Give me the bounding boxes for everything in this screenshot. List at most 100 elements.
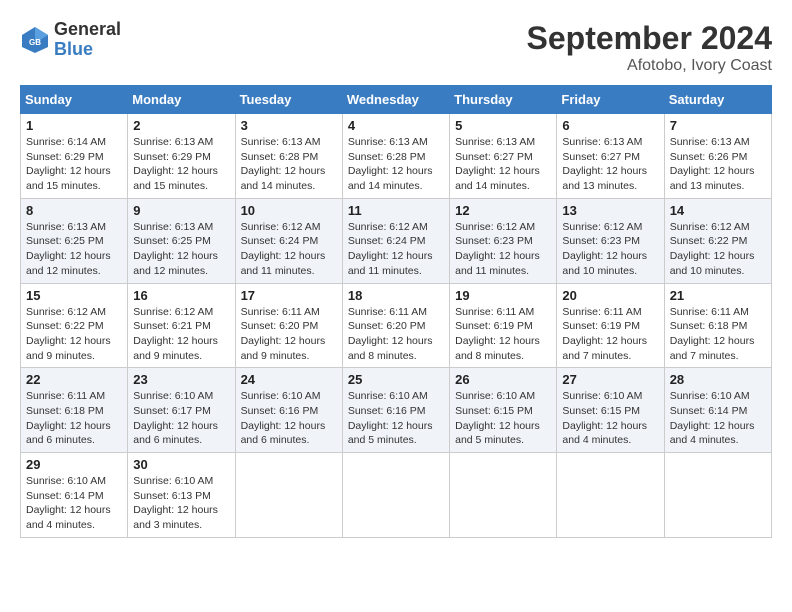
day-info: Sunrise: 6:12 AM Sunset: 6:21 PM Dayligh… (133, 305, 229, 364)
calendar-day-cell: 24Sunrise: 6:10 AM Sunset: 6:16 PM Dayli… (235, 368, 342, 453)
page-header: GB General Blue September 2024 Afotobo, … (20, 20, 772, 75)
calendar-day-cell: 8 Sunrise: 6:13 AM Sunset: 6:25 PM Daylig… (21, 198, 128, 283)
weekday-header-thursday: Thursday (450, 86, 557, 114)
calendar-day-cell: 9 Sunrise: 6:13 AM Sunset: 6:25 PM Daylig… (128, 198, 235, 283)
calendar-day-cell: 1 Sunrise: 6:14 AM Sunset: 6:29 PM Daylig… (21, 114, 128, 199)
day-info: Sunrise: 6:10 AM Sunset: 6:15 PM Dayligh… (455, 389, 551, 448)
day-number: 20 (562, 288, 658, 303)
day-number: 17 (241, 288, 337, 303)
day-number: 19 (455, 288, 551, 303)
day-info: Sunrise: 6:14 AM Sunset: 6:29 PM Dayligh… (26, 135, 122, 194)
day-info: Sunrise: 6:12 AM Sunset: 6:22 PM Dayligh… (670, 220, 766, 279)
calendar-day-cell: 12Sunrise: 6:12 AM Sunset: 6:23 PM Dayli… (450, 198, 557, 283)
day-number: 28 (670, 372, 766, 387)
calendar-day-cell: 16Sunrise: 6:12 AM Sunset: 6:21 PM Dayli… (128, 283, 235, 368)
day-info: Sunrise: 6:10 AM Sunset: 6:16 PM Dayligh… (348, 389, 444, 448)
weekday-header-saturday: Saturday (664, 86, 771, 114)
day-info: Sunrise: 6:12 AM Sunset: 6:24 PM Dayligh… (241, 220, 337, 279)
day-info: Sunrise: 6:12 AM Sunset: 6:24 PM Dayligh… (348, 220, 444, 279)
title-block: September 2024 Afotobo, Ivory Coast (527, 20, 772, 75)
calendar-day-cell (342, 453, 449, 538)
calendar-day-cell: 27 Sunrise: 6:10 AM Sunset: 6:15 PM Dayli… (557, 368, 664, 453)
logo-line1: General (54, 20, 121, 40)
calendar-day-cell: 7 Sunrise: 6:13 AM Sunset: 6:26 PM Daylig… (664, 114, 771, 199)
day-info: Sunrise: 6:13 AM Sunset: 6:28 PM Dayligh… (348, 135, 444, 194)
calendar-day-cell: 3 Sunrise: 6:13 AM Sunset: 6:28 PM Daylig… (235, 114, 342, 199)
calendar-day-cell (235, 453, 342, 538)
calendar-week-row: 22 Sunrise: 6:11 AM Sunset: 6:18 PM Dayli… (21, 368, 772, 453)
calendar-day-cell: 30 Sunrise: 6:10 AM Sunset: 6:13 PM Dayli… (128, 453, 235, 538)
logo: GB General Blue (20, 20, 121, 60)
calendar-day-cell: 25 Sunrise: 6:10 AM Sunset: 6:16 PM Dayli… (342, 368, 449, 453)
day-info: Sunrise: 6:13 AM Sunset: 6:25 PM Dayligh… (26, 220, 122, 279)
day-number: 22 (26, 372, 122, 387)
day-number: 5 (455, 118, 551, 133)
calendar-header-row: SundayMondayTuesdayWednesdayThursdayFrid… (21, 86, 772, 114)
day-number: 26 (455, 372, 551, 387)
day-number: 2 (133, 118, 229, 133)
calendar-day-cell: 13 Sunrise: 6:12 AM Sunset: 6:23 PM Dayli… (557, 198, 664, 283)
day-info: Sunrise: 6:10 AM Sunset: 6:17 PM Dayligh… (133, 389, 229, 448)
day-info: Sunrise: 6:12 AM Sunset: 6:23 PM Dayligh… (562, 220, 658, 279)
calendar-week-row: 15Sunrise: 6:12 AM Sunset: 6:22 PM Dayli… (21, 283, 772, 368)
calendar-day-cell: 21 Sunrise: 6:11 AM Sunset: 6:18 PM Dayli… (664, 283, 771, 368)
day-number: 13 (562, 203, 658, 218)
calendar-day-cell: 14Sunrise: 6:12 AM Sunset: 6:22 PM Dayli… (664, 198, 771, 283)
calendar-day-cell: 2 Sunrise: 6:13 AM Sunset: 6:29 PM Daylig… (128, 114, 235, 199)
calendar-day-cell (557, 453, 664, 538)
weekday-header-wednesday: Wednesday (342, 86, 449, 114)
day-number: 29 (26, 457, 122, 472)
day-info: Sunrise: 6:13 AM Sunset: 6:25 PM Dayligh… (133, 220, 229, 279)
day-number: 25 (348, 372, 444, 387)
day-info: Sunrise: 6:10 AM Sunset: 6:15 PM Dayligh… (562, 389, 658, 448)
weekday-header-tuesday: Tuesday (235, 86, 342, 114)
day-number: 21 (670, 288, 766, 303)
day-info: Sunrise: 6:11 AM Sunset: 6:19 PM Dayligh… (562, 305, 658, 364)
day-info: Sunrise: 6:11 AM Sunset: 6:18 PM Dayligh… (26, 389, 122, 448)
calendar-day-cell: 17 Sunrise: 6:11 AM Sunset: 6:20 PM Dayli… (235, 283, 342, 368)
calendar-day-cell: 28Sunrise: 6:10 AM Sunset: 6:14 PM Dayli… (664, 368, 771, 453)
calendar-day-cell: 15Sunrise: 6:12 AM Sunset: 6:22 PM Dayli… (21, 283, 128, 368)
day-number: 9 (133, 203, 229, 218)
day-info: Sunrise: 6:11 AM Sunset: 6:20 PM Dayligh… (348, 305, 444, 364)
month-title: September 2024 (527, 20, 772, 57)
day-number: 1 (26, 118, 122, 133)
calendar-week-row: 8 Sunrise: 6:13 AM Sunset: 6:25 PM Daylig… (21, 198, 772, 283)
day-number: 23 (133, 372, 229, 387)
calendar-day-cell: 18Sunrise: 6:11 AM Sunset: 6:20 PM Dayli… (342, 283, 449, 368)
calendar-day-cell: 6 Sunrise: 6:13 AM Sunset: 6:27 PM Daylig… (557, 114, 664, 199)
calendar-day-cell: 19 Sunrise: 6:11 AM Sunset: 6:19 PM Dayli… (450, 283, 557, 368)
day-info: Sunrise: 6:13 AM Sunset: 6:27 PM Dayligh… (562, 135, 658, 194)
day-number: 27 (562, 372, 658, 387)
day-info: Sunrise: 6:10 AM Sunset: 6:13 PM Dayligh… (133, 474, 229, 533)
day-number: 4 (348, 118, 444, 133)
day-number: 12 (455, 203, 551, 218)
day-info: Sunrise: 6:13 AM Sunset: 6:29 PM Dayligh… (133, 135, 229, 194)
day-info: Sunrise: 6:13 AM Sunset: 6:27 PM Dayligh… (455, 135, 551, 194)
calendar-day-cell: 20 Sunrise: 6:11 AM Sunset: 6:19 PM Dayli… (557, 283, 664, 368)
day-info: Sunrise: 6:11 AM Sunset: 6:18 PM Dayligh… (670, 305, 766, 364)
day-number: 6 (562, 118, 658, 133)
calendar-table: SundayMondayTuesdayWednesdayThursdayFrid… (20, 85, 772, 538)
calendar-day-cell: 5 Sunrise: 6:13 AM Sunset: 6:27 PM Daylig… (450, 114, 557, 199)
logo-text: General Blue (54, 20, 121, 60)
day-number: 24 (241, 372, 337, 387)
calendar-day-cell: 11Sunrise: 6:12 AM Sunset: 6:24 PM Dayli… (342, 198, 449, 283)
location: Afotobo, Ivory Coast (527, 57, 772, 75)
day-number: 8 (26, 203, 122, 218)
day-info: Sunrise: 6:11 AM Sunset: 6:19 PM Dayligh… (455, 305, 551, 364)
calendar-week-row: 1 Sunrise: 6:14 AM Sunset: 6:29 PM Daylig… (21, 114, 772, 199)
calendar-day-cell: 10Sunrise: 6:12 AM Sunset: 6:24 PM Dayli… (235, 198, 342, 283)
day-number: 3 (241, 118, 337, 133)
day-info: Sunrise: 6:12 AM Sunset: 6:22 PM Dayligh… (26, 305, 122, 364)
day-info: Sunrise: 6:11 AM Sunset: 6:20 PM Dayligh… (241, 305, 337, 364)
day-info: Sunrise: 6:10 AM Sunset: 6:14 PM Dayligh… (26, 474, 122, 533)
day-info: Sunrise: 6:13 AM Sunset: 6:28 PM Dayligh… (241, 135, 337, 194)
logo-icon: GB (20, 25, 50, 55)
day-number: 7 (670, 118, 766, 133)
calendar-day-cell: 4 Sunrise: 6:13 AM Sunset: 6:28 PM Daylig… (342, 114, 449, 199)
day-number: 30 (133, 457, 229, 472)
weekday-header-monday: Monday (128, 86, 235, 114)
day-info: Sunrise: 6:13 AM Sunset: 6:26 PM Dayligh… (670, 135, 766, 194)
weekday-header-sunday: Sunday (21, 86, 128, 114)
